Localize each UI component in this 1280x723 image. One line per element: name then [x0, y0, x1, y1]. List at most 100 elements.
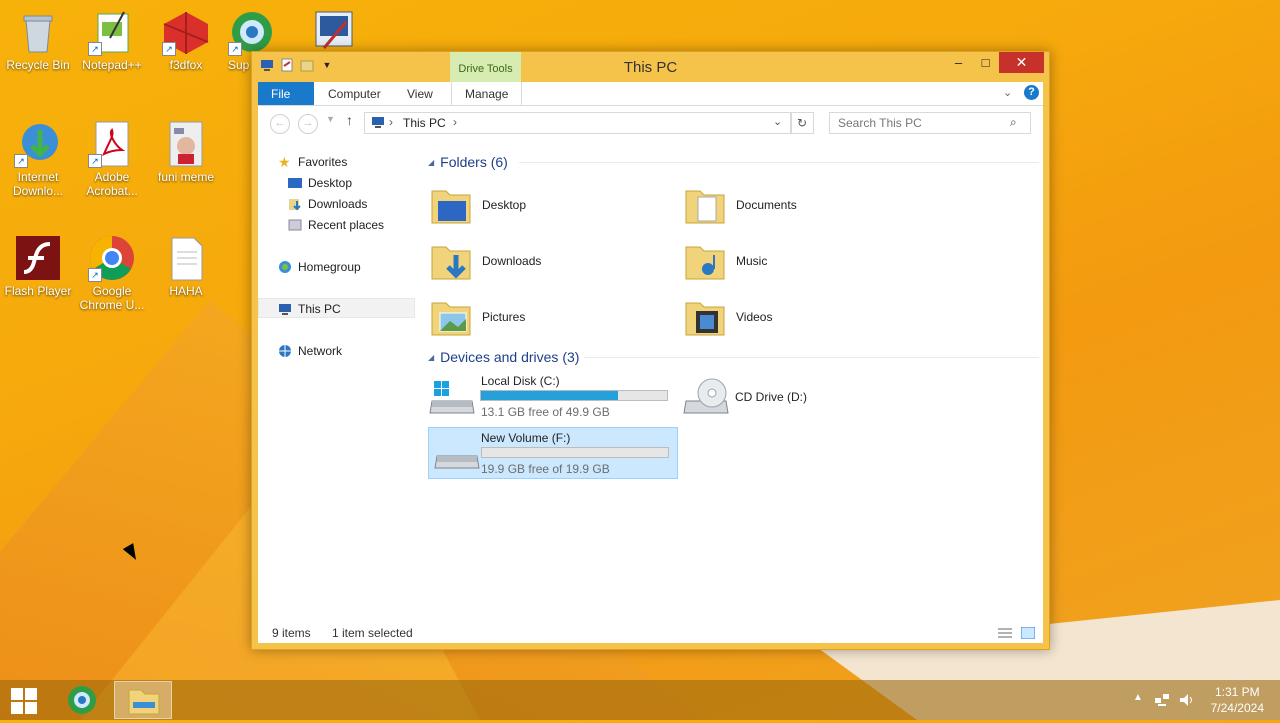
drive-name: CD Drive (D:)	[735, 390, 807, 404]
content-area: ★ Favorites Desktop Downloads Recent pla…	[258, 140, 1043, 643]
clock-time: 1:31 PM	[1214, 685, 1260, 699]
folder-pictures[interactable]: Pictures	[424, 292, 674, 342]
hard-drive-icon	[433, 434, 481, 474]
refresh-button[interactable]: ↻	[790, 112, 814, 134]
nav-label: Network	[298, 344, 343, 358]
breadcrumb-separator[interactable]: ›	[389, 115, 393, 129]
drive-usage-fill	[481, 391, 619, 400]
volume-icon[interactable]	[1178, 692, 1194, 708]
nav-this-pc[interactable]: This PC	[278, 299, 341, 319]
nav-network[interactable]: Network	[278, 341, 342, 361]
items-view: ◢ Folders (6) Desktop Documents Download…	[424, 140, 1043, 610]
folder-label: Music	[736, 254, 768, 268]
desktop-icon-idm[interactable]: ↗ Internet Downlo...	[0, 120, 76, 198]
search-input[interactable]: Search This PC ⌕	[829, 112, 1031, 134]
desktop-folder-icon	[430, 183, 474, 227]
desktop-icon-f3dfox[interactable]: ↗ f3dfox	[148, 8, 224, 72]
address-field[interactable]: › This PC › ⌄	[364, 112, 792, 134]
folder-music[interactable]: Music	[678, 236, 928, 286]
desktop-icon-adobe[interactable]: ↗ Adobe Acrobat...	[74, 120, 150, 198]
desktop-icon-label: Recycle Bin	[6, 58, 70, 72]
folder-label: Documents	[736, 198, 797, 212]
clock[interactable]: 1:31 PM 7/24/2024	[1211, 684, 1264, 716]
nav-label: Homegroup	[298, 260, 361, 274]
desktop-icon-haha[interactable]: HAHA	[148, 234, 224, 298]
devices-group-header[interactable]: ◢ Devices and drives (3)	[428, 349, 579, 365]
collapse-icon: ◢	[428, 352, 435, 362]
desktop-icon-flash-player[interactable]: Flash Player	[0, 234, 76, 298]
globe-icon: ↗	[228, 8, 276, 56]
group-title: Devices and drives (3)	[440, 349, 580, 365]
tab-manage[interactable]: Manage	[451, 82, 523, 105]
recycle-bin-icon	[14, 8, 62, 56]
nav-recent-places[interactable]: Recent places	[288, 215, 384, 235]
drive-local-disk-c[interactable]: Local Disk (C:) 13.1 GB free of 49.9 GB	[424, 371, 674, 423]
minimize-button[interactable]: –	[945, 52, 972, 73]
flash-player-icon	[14, 234, 62, 282]
taskbar-globe-app[interactable]	[53, 681, 111, 719]
group-divider	[519, 162, 1039, 163]
folders-group-header[interactable]: ◢ Folders (6)	[428, 154, 508, 170]
show-hidden-icons-icon[interactable]: ▲	[1130, 692, 1146, 708]
drive-cd-d[interactable]: CD Drive (D:)	[678, 371, 928, 423]
chevron-down-icon[interactable]: ⌄	[773, 115, 782, 128]
nav-favorites[interactable]: ★ Favorites	[278, 152, 347, 172]
folder-label: Pictures	[482, 310, 526, 324]
maximize-button[interactable]: □	[972, 52, 999, 73]
folder-desktop[interactable]: Desktop	[424, 180, 674, 230]
back-button[interactable]: ←	[270, 114, 290, 134]
folder-label: Desktop	[482, 198, 527, 212]
help-icon[interactable]: ?	[1024, 85, 1039, 100]
nav-desktop[interactable]: Desktop	[288, 173, 352, 193]
network-icon	[278, 344, 292, 358]
search-icon[interactable]: ⌕	[1010, 115, 1017, 130]
up-arrow-icon[interactable]: ↑	[346, 112, 353, 128]
desktop-icon-label: Google Chrome U...	[79, 284, 145, 312]
title-bar[interactable]: ▼ Drive Tools This PC – □ ✕	[252, 52, 1049, 82]
app-icon	[310, 8, 358, 56]
expand-ribbon-icon[interactable]: ⌄	[1003, 86, 1012, 99]
status-bar: 9 items 1 item selected	[258, 623, 1043, 643]
folder-downloads[interactable]: Downloads	[424, 236, 674, 286]
tab-file[interactable]: File	[258, 82, 314, 105]
forward-button[interactable]: →	[298, 114, 318, 134]
nav-downloads[interactable]: Downloads	[288, 194, 367, 214]
folder-videos[interactable]: Videos	[678, 292, 928, 342]
tab-view[interactable]: View	[394, 82, 446, 105]
drive-free-space: 13.1 GB free of 49.9 GB	[481, 405, 610, 419]
desktop-icon-chrome[interactable]: ↗ Google Chrome U...	[74, 234, 150, 312]
pictures-folder-icon	[430, 295, 474, 339]
image-file-icon	[162, 120, 210, 168]
desktop-icon-recycle-bin[interactable]: Recycle Bin	[0, 8, 76, 72]
navigation-pane: ★ Favorites Desktop Downloads Recent pla…	[258, 140, 415, 610]
nav-label: Desktop	[308, 176, 353, 190]
recent-locations-icon[interactable]: ▼	[326, 114, 335, 124]
start-button[interactable]	[11, 688, 37, 714]
music-folder-icon	[684, 239, 728, 283]
drive-usage-bar	[480, 390, 668, 401]
windows-drive-icon	[428, 377, 476, 417]
details-view-icon[interactable]	[998, 627, 1012, 642]
desktop-icon-label: f3dfox	[169, 58, 203, 72]
breadcrumb-separator[interactable]: ›	[453, 115, 457, 129]
group-title: Folders (6)	[440, 154, 508, 170]
nav-label: Favorites	[298, 155, 348, 169]
group-divider	[584, 357, 1039, 358]
tab-computer[interactable]: Computer	[315, 82, 394, 105]
desktop-icon-notepadpp[interactable]: ↗ Notepad++	[74, 8, 150, 72]
network-tray-icon[interactable]	[1154, 692, 1170, 708]
desktop-icon-funi-meme[interactable]: funi meme	[148, 120, 224, 184]
cd-drive-icon	[682, 377, 730, 417]
selection-count: 1 item selected	[332, 626, 413, 640]
large-icons-view-icon[interactable]	[1020, 626, 1036, 642]
folder-documents[interactable]: Documents	[678, 180, 928, 230]
nav-homegroup[interactable]: Homegroup	[278, 257, 361, 277]
nav-label: Recent places	[308, 218, 385, 232]
text-file-icon	[162, 234, 210, 282]
desktop-icon-label: Internet Downlo...	[12, 170, 64, 198]
close-button[interactable]: ✕	[999, 52, 1044, 73]
drive-new-volume-f[interactable]: New Volume (F:) 19.9 GB free of 19.9 GB	[428, 427, 678, 479]
breadcrumb-this-pc[interactable]: This PC	[403, 116, 446, 130]
explorer-window[interactable]: ▼ Drive Tools This PC – □ ✕ File Compute…	[251, 51, 1050, 650]
taskbar-file-explorer[interactable]	[114, 681, 172, 719]
